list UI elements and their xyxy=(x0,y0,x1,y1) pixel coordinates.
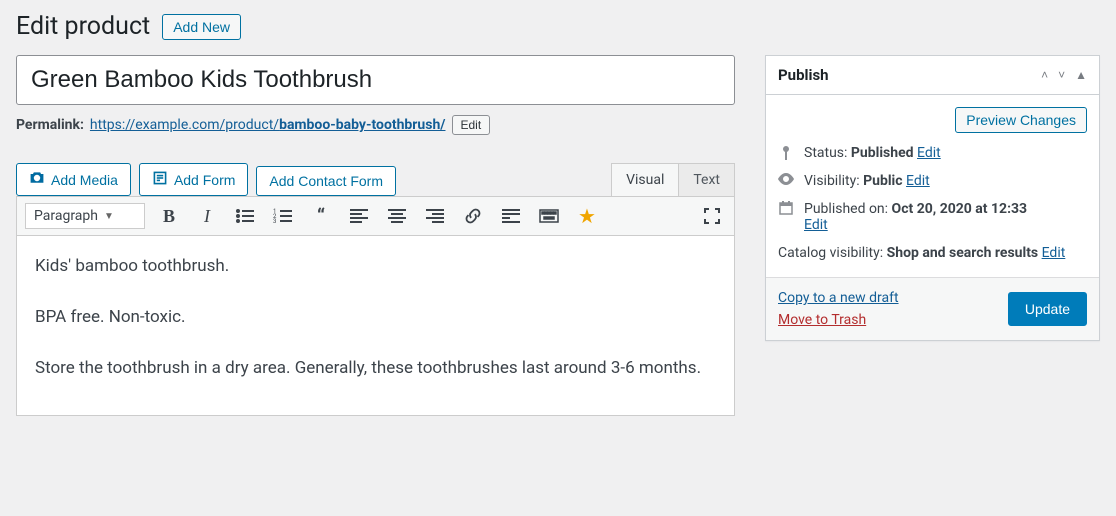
tab-text[interactable]: Text xyxy=(679,163,735,196)
more-button[interactable] xyxy=(497,204,525,228)
permalink-edit-button[interactable]: Edit xyxy=(452,115,491,135)
eye-icon xyxy=(778,173,794,185)
bullet-list-button[interactable] xyxy=(231,204,259,228)
editor-paragraph: Kids' bamboo toothbrush. xyxy=(35,252,716,281)
svg-text:3: 3 xyxy=(273,218,276,224)
keyboard-button[interactable] xyxy=(535,204,563,228)
caret-down-icon: ▼ xyxy=(104,211,114,222)
bold-button[interactable]: B xyxy=(155,204,183,228)
form-icon xyxy=(152,170,168,189)
visibility-label: Visibility: xyxy=(804,173,860,189)
camera-icon xyxy=(29,170,45,189)
catalog-value: Shop and search results xyxy=(887,245,1039,261)
catalog-label: Catalog visibility: xyxy=(778,245,883,261)
schedule-edit-link[interactable]: Edit xyxy=(804,217,828,233)
align-right-button[interactable] xyxy=(421,204,449,228)
move-up-icon[interactable]: ˄ xyxy=(1041,68,1048,82)
toggle-icon[interactable]: ▲ xyxy=(1075,68,1087,82)
update-button[interactable]: Update xyxy=(1008,292,1087,326)
page-title: Edit product xyxy=(16,12,150,41)
numbered-list-button[interactable]: 123 xyxy=(269,204,297,228)
fullscreen-button[interactable] xyxy=(698,204,726,228)
status-edit-link[interactable]: Edit xyxy=(917,145,941,161)
visibility-edit-link[interactable]: Edit xyxy=(906,173,930,189)
publish-title: Publish xyxy=(778,66,829,84)
calendar-icon xyxy=(778,201,794,215)
link-button[interactable] xyxy=(459,204,487,228)
align-center-button[interactable] xyxy=(383,204,411,228)
publish-box: Publish ˄ ˅ ▲ Preview Changes Status: xyxy=(765,55,1100,341)
published-on-value: Oct 20, 2020 at 12:33 xyxy=(892,201,1028,217)
product-title-input[interactable] xyxy=(16,55,735,105)
status-value: Published xyxy=(851,145,914,161)
add-form-button[interactable]: Add Form xyxy=(139,163,248,196)
preview-changes-button[interactable]: Preview Changes xyxy=(955,107,1087,133)
status-label: Status: xyxy=(804,145,847,161)
published-on-label: Published on: xyxy=(804,201,888,217)
pin-icon xyxy=(778,145,794,161)
align-left-button[interactable] xyxy=(345,204,373,228)
blockquote-button[interactable]: “ xyxy=(307,204,335,228)
move-down-icon[interactable]: ˅ xyxy=(1058,68,1065,82)
move-to-trash-link[interactable]: Move to Trash xyxy=(778,312,899,328)
visibility-value: Public xyxy=(863,173,902,189)
editor-body[interactable]: Kids' bamboo toothbrush. BPA free. Non-t… xyxy=(16,236,735,416)
catalog-edit-link[interactable]: Edit xyxy=(1042,245,1066,261)
editor-paragraph: Store the toothbrush in a dry area. Gene… xyxy=(35,354,716,383)
tab-visual[interactable]: Visual xyxy=(611,163,679,196)
copy-draft-link[interactable]: Copy to a new draft xyxy=(778,290,899,306)
add-contact-form-button[interactable]: Add Contact Form xyxy=(256,166,396,196)
editor-paragraph: BPA free. Non-toxic. xyxy=(35,303,716,332)
format-select[interactable]: Paragraph ▼ xyxy=(25,203,145,229)
star-icon[interactable]: ★ xyxy=(573,204,601,228)
add-new-button[interactable]: Add New xyxy=(162,14,241,40)
permalink-link[interactable]: https://example.com/product/bamboo-baby-… xyxy=(90,117,446,133)
add-media-button[interactable]: Add Media xyxy=(16,163,131,196)
permalink-label: Permalink: xyxy=(16,117,84,133)
editor-toolbar: Paragraph ▼ B I 123 “ xyxy=(16,196,735,236)
italic-button[interactable]: I xyxy=(193,204,221,228)
